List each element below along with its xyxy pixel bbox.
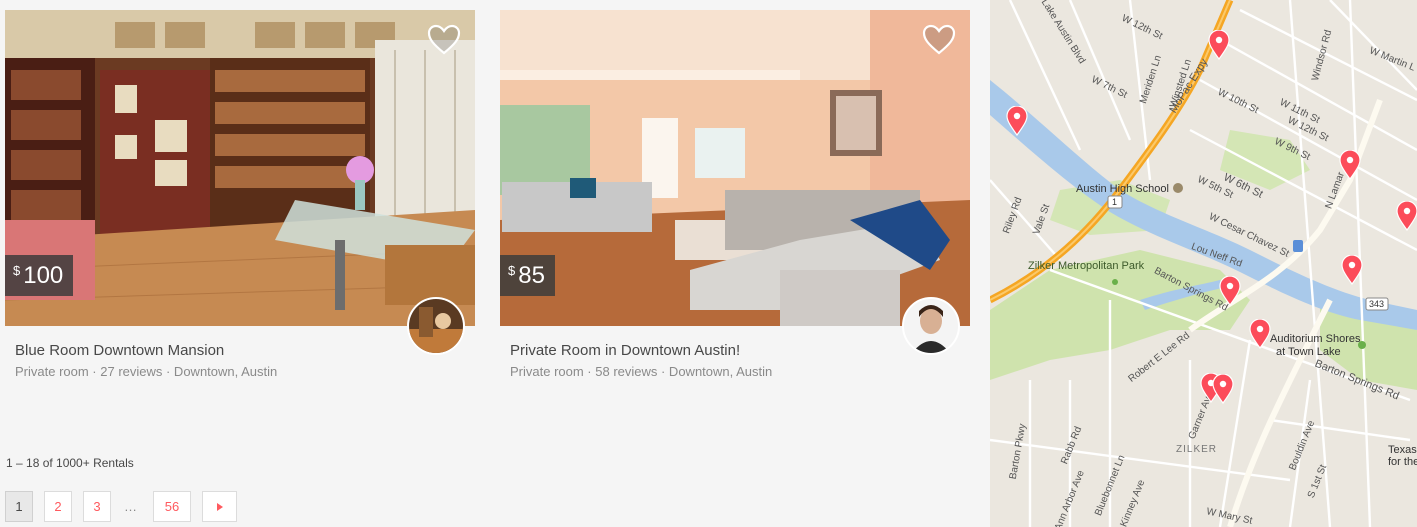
listing-meta: Private room · 58 reviews · Downtown, Au… — [510, 364, 773, 379]
next-page-button[interactable] — [202, 491, 237, 522]
map-label: Austin High School — [1076, 183, 1169, 195]
map-pin-icon[interactable] — [1396, 201, 1417, 231]
map-pin-icon[interactable] — [1006, 106, 1028, 136]
pagination-ellipsis: … — [124, 499, 137, 514]
page-1-button[interactable]: 1 — [5, 491, 33, 522]
living-room-image — [500, 10, 970, 326]
map-label: for the — [1388, 456, 1417, 468]
listings-panel: $ 100 Blue Room Downtown Mansion Private… — [0, 0, 990, 527]
map-pin-icon[interactable] — [1249, 319, 1271, 349]
map-label: Auditorium Shores — [1270, 333, 1361, 345]
page-2-button[interactable]: 2 — [44, 491, 72, 522]
map-pin-icon[interactable] — [1212, 374, 1234, 404]
highway-shield-label: 1 — [1112, 197, 1118, 207]
price-badge: $ 100 — [5, 255, 74, 296]
map-pin-icon[interactable] — [1219, 276, 1241, 306]
page-last-button[interactable]: 56 — [153, 491, 191, 522]
heart-icon[interactable] — [922, 24, 956, 56]
map-label: ZILKER — [1176, 444, 1218, 455]
listing-card[interactable]: $ 85 Private Room in Downtown Austin! Pr… — [500, 10, 970, 379]
listing-title[interactable]: Private Room in Downtown Austin! — [510, 342, 970, 359]
host-photo — [409, 299, 463, 353]
price-amount: 100 — [23, 262, 64, 289]
map-pin-icon[interactable] — [1341, 255, 1363, 285]
map-pin-icon[interactable] — [1208, 30, 1230, 60]
map[interactable]: Austin High School Zilker Metropolitan P… — [990, 0, 1417, 527]
triangle-right-icon — [216, 502, 223, 511]
currency-symbol: $ — [508, 263, 516, 278]
library-room-image — [5, 10, 475, 326]
listing-photo[interactable]: $ 85 — [500, 10, 970, 326]
map-label: Texas — [1388, 444, 1417, 456]
map-label: Zilker Metropolitan Park — [1028, 260, 1145, 272]
map-label: at Town Lake — [1276, 346, 1341, 358]
heart-icon[interactable] — [427, 24, 461, 56]
map-pin-icon[interactable] — [1339, 150, 1361, 180]
currency-symbol: $ — [13, 263, 21, 278]
price-badge: $ 85 — [500, 255, 555, 296]
listing-photo[interactable]: $ 100 — [5, 10, 475, 326]
page-3-button[interactable]: 3 — [83, 491, 111, 522]
results-count: 1 – 18 of 1000+ Rentals — [6, 456, 134, 470]
host-avatar[interactable] — [902, 297, 960, 355]
listing-title[interactable]: Blue Room Downtown Mansion — [15, 342, 475, 359]
highway-shield-label: 343 — [1369, 299, 1385, 309]
listing-card[interactable]: $ 100 Blue Room Downtown Mansion Private… — [5, 10, 475, 379]
price-amount: 85 — [518, 262, 545, 289]
listing-meta: Private room · 27 reviews · Downtown, Au… — [15, 364, 278, 379]
host-avatar[interactable] — [407, 297, 465, 355]
host-photo — [904, 299, 958, 353]
pagination: 1 2 3 … 56 — [5, 491, 248, 522]
